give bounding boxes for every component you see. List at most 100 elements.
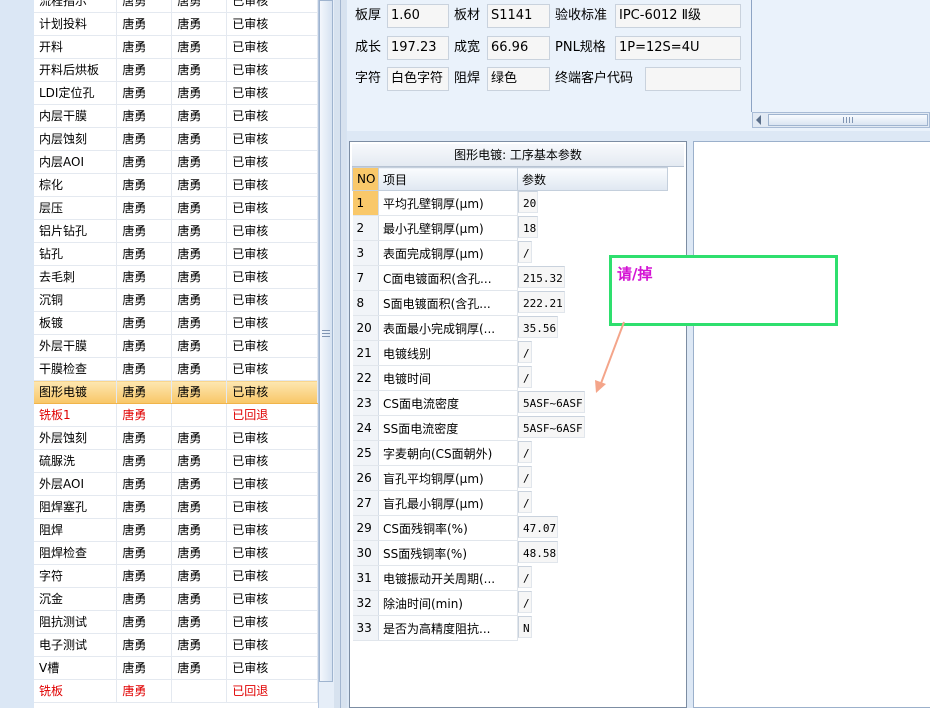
process-cell-name[interactable]: 流程指示 [34,0,118,13]
process-cell-name[interactable]: V槽 [34,656,118,680]
process-row[interactable]: 外层干膜 唐勇 唐勇 已审核 [34,334,318,358]
process-cell-a[interactable]: 唐勇 [116,610,173,634]
process-cell-status[interactable]: 已审核 [226,587,318,611]
process-cell-name[interactable]: 干膜检查 [34,357,118,381]
col-value-header[interactable]: 参数 [517,167,668,191]
param-cell-item[interactable]: 盲孔最小铜厚(μm) [378,490,518,516]
param-cell-no[interactable]: 24 [352,415,379,441]
process-cell-a[interactable]: 唐勇 [116,426,173,450]
param-cell-value[interactable]: 48.58 [518,540,559,563]
process-cell-name[interactable]: 内层蚀刻 [34,127,118,151]
process-cell-status[interactable]: 已审核 [226,196,318,220]
process-cell-name[interactable]: 阻抗测试 [34,610,118,634]
process-cell-name[interactable]: 计划投料 [34,12,118,36]
process-cell-name[interactable]: 阻焊塞孔 [34,495,118,519]
process-cell-name[interactable]: 铣板 [34,679,118,703]
pnl-field[interactable]: 1P=12S=4U [615,36,741,60]
param-cell-item[interactable]: 表面最小完成铜厚(... [378,315,518,341]
material-field[interactable]: S1141 [487,4,550,28]
process-cell-b[interactable]: 唐勇 [171,173,228,197]
process-cell-b[interactable]: 唐勇 [171,0,228,13]
process-row[interactable]: 阻焊塞孔 唐勇 唐勇 已审核 [34,495,318,519]
process-cell-b[interactable]: 唐勇 [171,219,228,243]
process-cell-a[interactable]: 唐勇 [116,196,173,220]
process-row[interactable]: 外层AOI 唐勇 唐勇 已审核 [34,472,318,496]
process-cell-status[interactable]: 已审核 [226,35,318,59]
mask-field[interactable]: 绿色 [487,67,550,91]
param-row[interactable]: 32 除油时间(min) / [352,590,668,616]
process-cell-name[interactable]: 内层干膜 [34,104,118,128]
process-cell-status[interactable]: 已审核 [226,219,318,243]
process-cell-status[interactable]: 已审核 [226,541,318,565]
param-cell-no[interactable]: 32 [352,590,379,616]
process-cell-b[interactable]: 唐勇 [171,58,228,82]
process-cell-name[interactable]: 字符 [34,564,118,588]
param-cell-item[interactable]: CS面电流密度 [378,390,518,416]
param-cell-no[interactable]: 25 [352,440,379,466]
param-cell-no[interactable]: 29 [352,515,379,541]
legend-field[interactable]: 白色字符 [387,67,449,91]
process-cell-name[interactable]: 外层干膜 [34,334,118,358]
process-cell-a[interactable]: 唐勇 [116,633,173,657]
param-cell-item[interactable]: 电镀振动开关周期(... [378,565,518,591]
process-cell-b[interactable]: 唐勇 [171,541,228,565]
process-cell-status[interactable]: 已审核 [226,610,318,634]
process-cell-b[interactable]: 唐勇 [171,150,228,174]
process-cell-b[interactable]: 唐勇 [171,265,228,289]
param-cell-value[interactable]: / [518,340,532,363]
process-row[interactable]: 沉金 唐勇 唐勇 已审核 [34,587,318,611]
process-cell-b[interactable]: 唐勇 [171,104,228,128]
process-cell-status[interactable]: 已审核 [226,0,318,13]
process-cell-name[interactable]: 外层AOI [34,472,118,496]
param-cell-no[interactable]: 1 [352,190,379,216]
param-row[interactable]: 2 最小孔壁铜厚(μm) 18 [352,215,668,241]
param-cell-value[interactable]: 18 [518,215,539,238]
process-row[interactable]: 内层蚀刻 唐勇 唐勇 已审核 [34,127,318,151]
param-cell-no[interactable]: 30 [352,540,379,566]
process-cell-b[interactable]: 唐勇 [171,311,228,335]
param-row[interactable]: 27 盲孔最小铜厚(μm) / [352,490,668,516]
process-grid[interactable]: 流程指示 唐勇 唐勇 已审核 计划投料 唐勇 唐勇 已审核 开料 唐勇 唐勇 已审核 开料后烘板 唐勇 唐勇… [34,0,318,708]
process-cell-status[interactable]: 已审核 [226,380,318,404]
process-cell-name[interactable]: 沉铜 [34,288,118,312]
param-cell-item[interactable]: 平均孔壁铜厚(μm) [378,190,518,216]
process-cell-a[interactable]: 唐勇 [116,380,173,404]
param-row[interactable]: 33 是否为高精度阻抗... N [352,615,668,641]
process-row[interactable]: 棕化 唐勇 唐勇 已审核 [34,173,318,197]
process-cell-b[interactable]: 唐勇 [171,12,228,36]
process-cell-status[interactable]: 已审核 [226,518,318,542]
param-cell-no[interactable]: 22 [352,365,379,391]
process-cell-a[interactable]: 唐勇 [116,518,173,542]
param-cell-item[interactable]: 电镀线别 [378,340,518,366]
process-row[interactable]: 阻焊 唐勇 唐勇 已审核 [34,518,318,542]
param-cell-value[interactable]: / [518,590,532,613]
process-cell-b[interactable]: 唐勇 [171,472,228,496]
process-row[interactable]: 电子测试 唐勇 唐勇 已审核 [34,633,318,657]
process-cell-status[interactable]: 已审核 [226,311,318,335]
process-cell-status[interactable]: 已审核 [226,472,318,496]
process-row[interactable]: 阻抗测试 唐勇 唐勇 已审核 [34,610,318,634]
param-cell-value[interactable]: N [518,615,532,638]
process-cell-a[interactable]: 唐勇 [116,587,173,611]
param-cell-item[interactable]: 表面完成铜厚(μm) [378,240,518,266]
process-cell-a[interactable]: 唐勇 [116,81,173,105]
param-cell-item[interactable]: 字麦朝向(CS面朝外) [378,440,518,466]
process-cell-name[interactable]: 内层AOI [34,150,118,174]
process-cell-status[interactable]: 已回退 [226,403,318,427]
process-cell-b[interactable]: 唐勇 [171,196,228,220]
param-cell-item[interactable]: SS面电流密度 [378,415,518,441]
process-row[interactable]: LDI定位孔 唐勇 唐勇 已审核 [34,81,318,105]
param-cell-value[interactable]: 20 [518,191,539,213]
process-row[interactable]: V槽 唐勇 唐勇 已审核 [34,656,318,680]
board-thickness-field[interactable]: 1.60 [387,4,449,28]
scroll-left-arrow-icon[interactable] [756,115,761,125]
param-cell-value[interactable]: / [518,490,532,513]
param-cell-value[interactable]: 47.07 [518,515,559,538]
process-cell-status[interactable]: 已审核 [226,58,318,82]
process-cell-status[interactable]: 已审核 [226,242,318,266]
process-cell-status[interactable]: 已审核 [226,104,318,128]
param-cell-item[interactable]: SS面残铜率(%) [378,540,518,566]
length-field[interactable]: 197.23 [387,36,449,60]
param-row[interactable]: 30 SS面残铜率(%) 48.58 [352,540,668,566]
process-cell-b[interactable]: 唐勇 [171,564,228,588]
